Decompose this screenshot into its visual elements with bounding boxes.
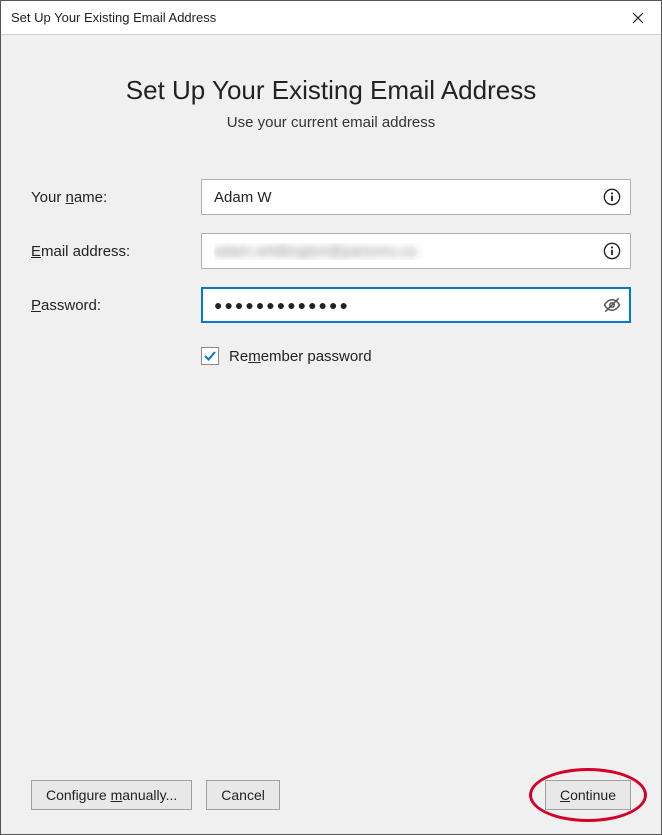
- remember-label: Remember password: [229, 348, 372, 365]
- password-input[interactable]: ●●●●●●●●●●●●●: [201, 287, 631, 323]
- close-icon: [632, 12, 644, 24]
- button-bar: Configure manually... Cancel Continue: [31, 780, 631, 810]
- eye-off-icon[interactable]: [603, 296, 621, 314]
- password-label: Password:: [31, 297, 201, 314]
- info-icon[interactable]: [603, 242, 621, 260]
- remember-checkbox[interactable]: [201, 347, 219, 365]
- name-label: Your name:: [31, 189, 201, 206]
- email-input[interactable]: [201, 233, 631, 269]
- info-icon[interactable]: [603, 188, 621, 206]
- titlebar: Set Up Your Existing Email Address: [1, 1, 661, 35]
- password-row: Password: ●●●●●●●●●●●●●: [31, 287, 631, 323]
- name-row: Your name:: [31, 179, 631, 215]
- email-input-wrap: [201, 233, 631, 269]
- dialog-content: Set Up Your Existing Email Address Use y…: [1, 35, 661, 834]
- dialog-window: Set Up Your Existing Email Address Set U…: [0, 0, 662, 835]
- name-input-wrap: [201, 179, 631, 215]
- name-input[interactable]: [201, 179, 631, 215]
- password-input-wrap: ●●●●●●●●●●●●●: [201, 287, 631, 323]
- cancel-button[interactable]: Cancel: [206, 780, 280, 810]
- page-subheading: Use your current email address: [31, 114, 631, 131]
- email-row: Email address:: [31, 233, 631, 269]
- close-button[interactable]: [615, 1, 661, 35]
- check-icon: [203, 349, 217, 363]
- continue-button[interactable]: Continue: [545, 780, 631, 810]
- continue-highlight: Continue: [545, 780, 631, 810]
- window-title: Set Up Your Existing Email Address: [11, 10, 216, 25]
- remember-row: Remember password: [201, 347, 631, 365]
- configure-manually-button[interactable]: Configure manually...: [31, 780, 192, 810]
- email-label: Email address:: [31, 243, 201, 260]
- page-heading: Set Up Your Existing Email Address: [31, 75, 631, 106]
